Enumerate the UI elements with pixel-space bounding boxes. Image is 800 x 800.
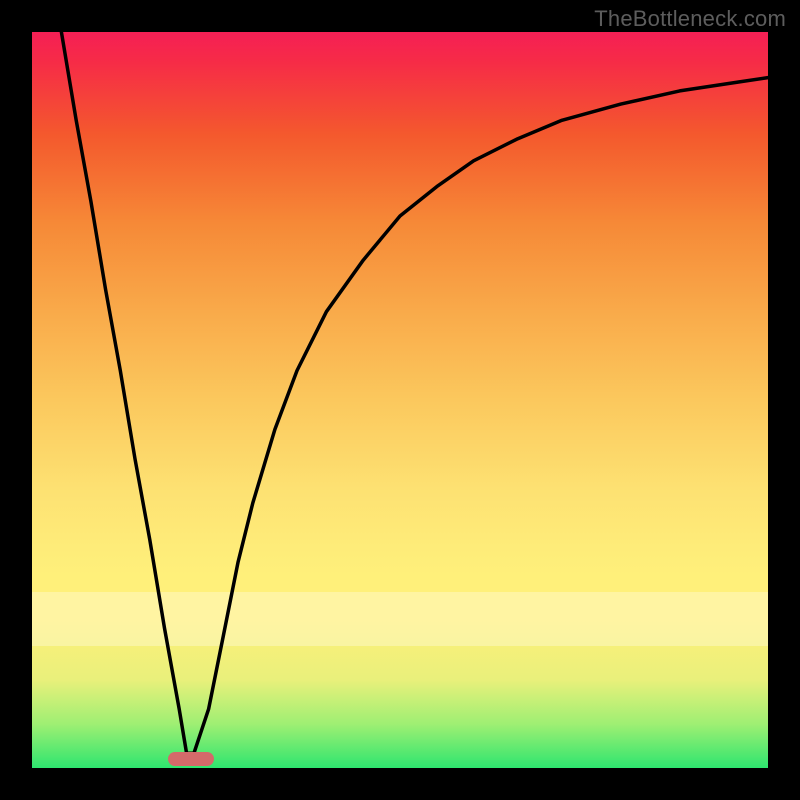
bottleneck-curve (61, 32, 768, 753)
optimum-marker (168, 752, 214, 766)
chart-container: TheBottleneck.com (0, 0, 800, 800)
curve-svg (32, 32, 768, 768)
watermark-label: TheBottleneck.com (594, 6, 786, 32)
